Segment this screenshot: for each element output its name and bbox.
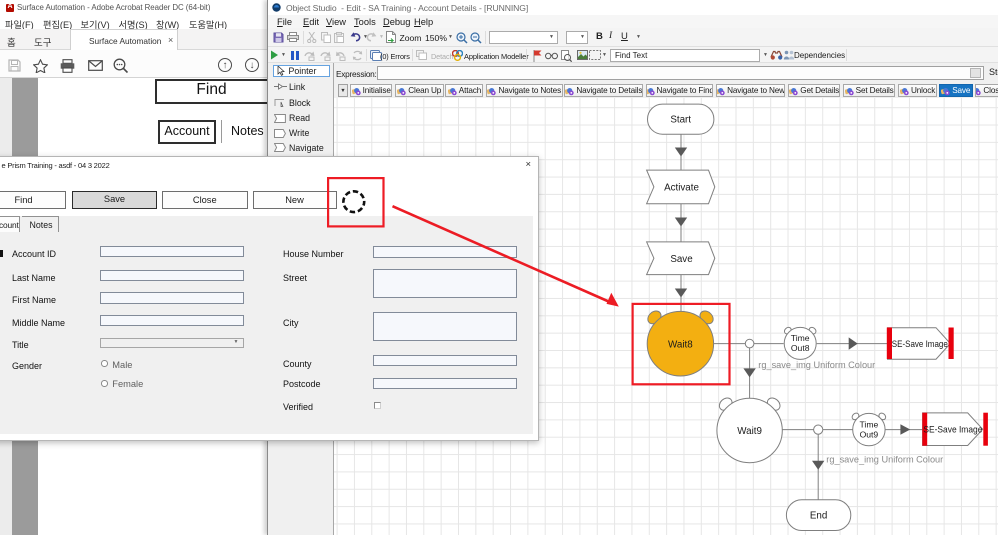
svg-text:Out8: Out8 [791,343,810,353]
svg-text:SE-Save Image: SE-Save Image [923,424,982,435]
svg-text:Time: Time [791,333,810,343]
svg-text:rg_save_img Uniform Colour: rg_save_img Uniform Colour [826,454,943,464]
svg-text:Out9: Out9 [860,429,879,439]
svg-text:Start: Start [670,114,691,125]
svg-text:rg_save_img Uniform Colour: rg_save_img Uniform Colour [758,359,875,369]
svg-text:Activate: Activate [664,182,699,193]
svg-text:SE-Save Image: SE-Save Image [892,338,948,348]
svg-text:End: End [810,510,827,521]
svg-text:Wait8: Wait8 [668,339,693,350]
svg-text:Time: Time [860,419,879,429]
svg-text:Wait9: Wait9 [737,426,762,437]
svg-text:Save: Save [670,253,693,264]
